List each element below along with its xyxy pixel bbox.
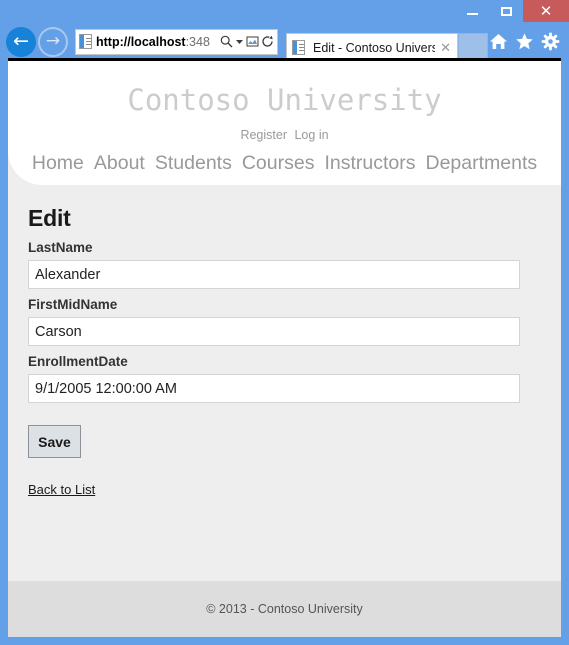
title-bar: ✕ xyxy=(0,0,569,22)
page-content: Edit LastName FirstMidName EnrollmentDat… xyxy=(8,185,561,499)
star-icon[interactable] xyxy=(515,32,534,51)
page-viewport: Contoso University Register Log in Home A… xyxy=(8,61,561,637)
enrollmentdate-label: EnrollmentDate xyxy=(28,354,128,369)
forward-button[interactable]: → xyxy=(38,26,68,57)
enrollmentdate-input[interactable] xyxy=(28,374,520,403)
tab-close-icon[interactable]: ✕ xyxy=(440,41,451,54)
search-icon[interactable] xyxy=(220,35,233,48)
forward-arrow-icon: → xyxy=(45,31,61,51)
chevron-down-icon[interactable] xyxy=(235,37,244,46)
browser-toolbar: ← → http://localhost:348 Edit - Contoso … xyxy=(0,22,569,61)
maximize-icon xyxy=(500,6,512,16)
copyright-text: © 2013 - Contoso University xyxy=(206,602,363,616)
tab-edit-contoso-university[interactable]: Edit - Contoso University ✕ xyxy=(286,33,458,61)
back-button[interactable]: ← xyxy=(6,26,36,57)
page-document-icon xyxy=(79,34,92,49)
refresh-icon[interactable] xyxy=(261,35,274,48)
edit-student-form: LastName FirstMidName EnrollmentDate Sav… xyxy=(28,240,541,458)
close-window-button[interactable]: ✕ xyxy=(523,0,569,22)
minimize-icon xyxy=(466,12,478,15)
register-link[interactable]: Register xyxy=(240,128,287,142)
site-brand-title[interactable]: Contoso University xyxy=(8,83,561,117)
tab-title: Edit - Contoso University xyxy=(313,40,436,55)
main-nav: Home About Students Courses Instructors Depar… xyxy=(8,152,561,185)
url-rest: :348 xyxy=(185,34,210,49)
tab-page-icon xyxy=(292,40,305,55)
new-tab-button[interactable] xyxy=(458,33,488,61)
browser-window: ✕ ← → http://localhost:348 Edit - Contos… xyxy=(0,0,569,645)
url-host: http://localhost xyxy=(96,34,186,49)
nav-item-about[interactable]: About xyxy=(94,152,145,174)
browser-tool-icons xyxy=(489,32,560,51)
save-button[interactable]: Save xyxy=(28,425,81,458)
login-link[interactable]: Log in xyxy=(294,128,328,142)
home-icon[interactable] xyxy=(489,32,508,51)
site-header: Contoso University Register Log in Home A… xyxy=(8,61,561,185)
auth-links: Register Log in xyxy=(8,128,561,142)
close-icon: ✕ xyxy=(539,1,553,20)
window-controls: ✕ xyxy=(455,0,569,22)
compatibility-view-icon[interactable] xyxy=(246,35,259,48)
url-text: http://localhost:348 xyxy=(96,35,218,49)
nav-item-students[interactable]: Students xyxy=(155,152,232,174)
address-bar[interactable]: http://localhost:348 xyxy=(75,28,278,55)
gear-icon[interactable] xyxy=(541,32,560,51)
tab-strip: Edit - Contoso University ✕ xyxy=(286,22,489,61)
maximize-button[interactable] xyxy=(489,0,523,22)
back-to-list-link[interactable]: Back to List xyxy=(28,482,95,497)
firstmidname-input[interactable] xyxy=(28,317,520,346)
firstmidname-label: FirstMidName xyxy=(28,297,118,312)
nav-item-instructors[interactable]: Instructors xyxy=(324,152,415,174)
lastname-input[interactable] xyxy=(28,260,520,289)
back-arrow-icon: ← xyxy=(13,30,29,52)
lastname-label: LastName xyxy=(28,240,93,255)
minimize-button[interactable] xyxy=(455,0,489,22)
page-title: Edit xyxy=(28,205,71,231)
site-footer: © 2013 - Contoso University xyxy=(8,581,561,637)
nav-item-home[interactable]: Home xyxy=(32,152,84,174)
nav-item-courses[interactable]: Courses xyxy=(242,152,315,174)
nav-item-departments[interactable]: Departments xyxy=(426,152,538,174)
